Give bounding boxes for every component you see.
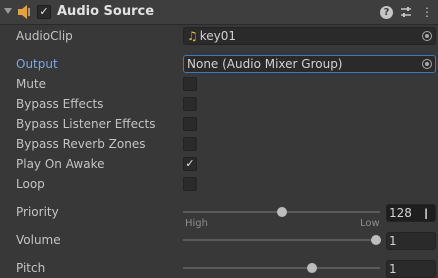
volume-slider-track[interactable] [183,239,380,241]
pitch-input[interactable]: 1 [386,260,436,278]
play-on-awake-checkbox[interactable]: ✓ [183,157,197,171]
bypass-effects-checkbox[interactable] [183,97,197,111]
bypass-reverb-zones-label: Bypass Reverb Zones [16,137,146,151]
more-vertical-icon[interactable]: ⋮ [420,5,434,19]
pitch-label: Pitch [16,261,46,275]
output-label: Output [16,57,58,71]
speaker-icon [18,5,30,19]
audio-clip-label: AudioClip [16,29,73,43]
priority-input[interactable]: 128 [386,204,436,222]
bypass-effects-label: Bypass Effects [16,97,104,111]
pitch-slider-track[interactable] [183,267,380,269]
component-title: Audio Source [57,4,155,19]
priority-slider-thumb[interactable] [277,207,287,217]
priority-min-label: High [185,218,208,229]
object-picker-icon[interactable] [422,31,432,41]
pitch-slider-thumb[interactable] [307,263,318,273]
volume-slider-thumb[interactable] [371,235,381,245]
component-header[interactable]: ✓ Audio Source ? ⋮ [0,0,438,25]
loop-checkbox[interactable] [183,177,197,191]
help-icon[interactable]: ? [380,6,393,19]
audio-clip-field[interactable]: ♫ key01 [183,27,436,45]
object-picker-icon[interactable] [422,59,432,69]
play-on-awake-label: Play On Awake [16,157,105,171]
preset-sliders-icon[interactable] [399,5,413,19]
text-cursor-icon: I [424,207,429,223]
bypass-listener-effects-checkbox[interactable] [183,117,197,131]
output-field[interactable]: None (Audio Mixer Group) [183,55,436,73]
foldout-arrow-icon[interactable] [4,8,12,14]
music-note-icon: ♫ [187,29,198,43]
bypass-reverb-zones-checkbox[interactable] [183,137,197,151]
audio-clip-value: key01 [199,29,237,43]
component-enabled-checkbox[interactable]: ✓ [37,5,51,19]
priority-label: Priority [16,205,59,219]
volume-input[interactable]: 1 [386,232,436,250]
priority-max-label: Low [360,218,380,229]
mute-label: Mute [16,77,47,91]
bypass-listener-effects-label: Bypass Listener Effects [16,117,156,131]
volume-label: Volume [16,233,61,247]
output-value: None (Audio Mixer Group) [187,57,343,71]
mute-checkbox[interactable] [183,77,197,91]
loop-label: Loop [16,177,45,191]
